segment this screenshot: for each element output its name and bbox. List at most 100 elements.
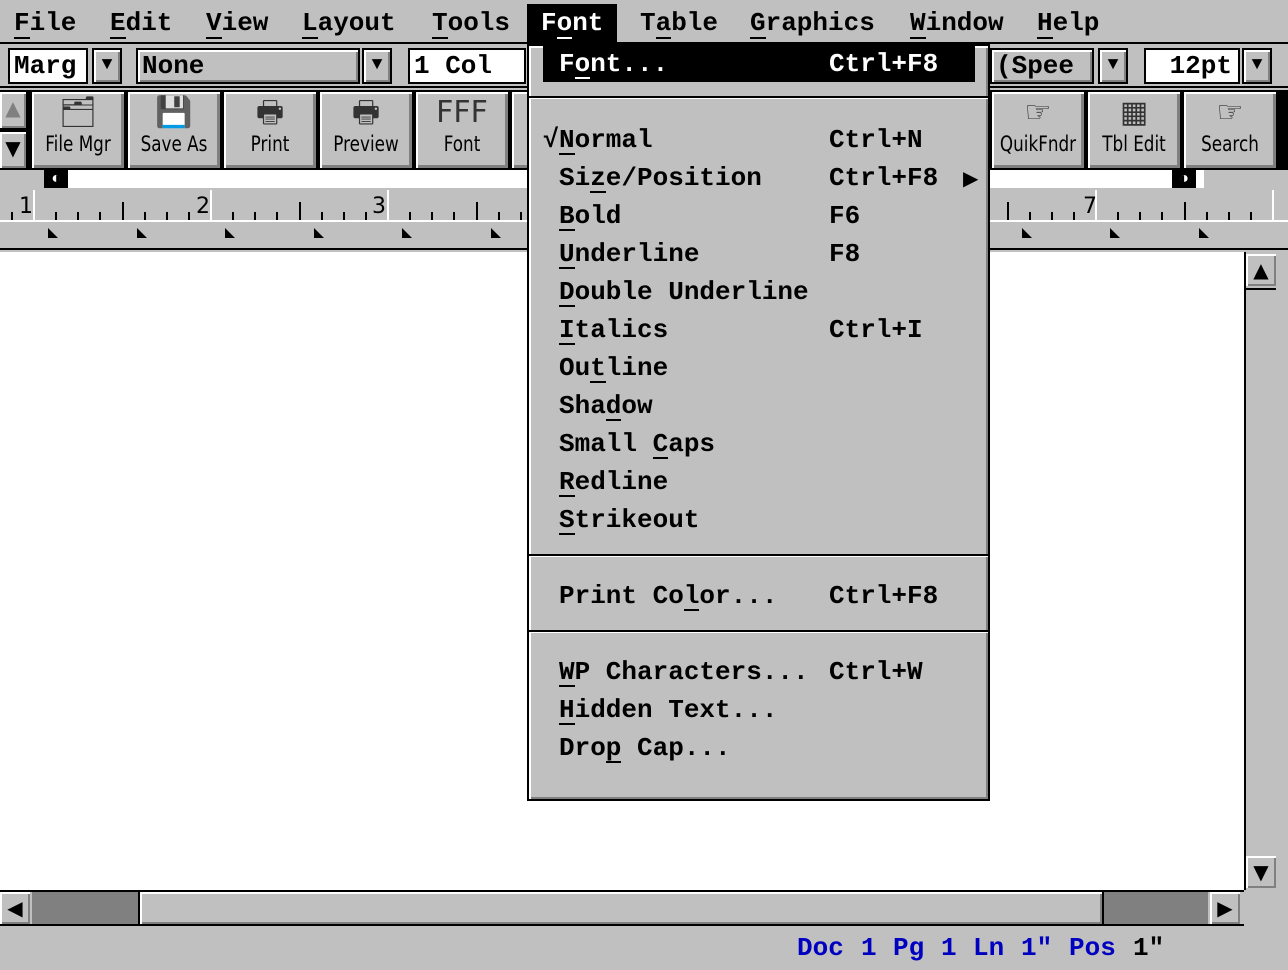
menu-item-outline[interactable]: Outline: [543, 350, 975, 386]
mnemonic-underline: [559, 305, 575, 307]
style-select[interactable]: None: [136, 48, 360, 84]
dropdown-arrow-icon[interactable]: ▼: [92, 48, 122, 84]
menu-item-shortcut: Ctrl+F8: [829, 163, 939, 193]
label-text: Print Color...: [559, 581, 778, 611]
font-select[interactable]: (Spee: [990, 48, 1094, 84]
toolbar-button-search[interactable]: ☞ Search: [1184, 92, 1276, 168]
label-text: WP Characters...: [559, 657, 809, 687]
scroll-right-arrow-icon[interactable]: ▶: [1210, 892, 1240, 924]
ruler-tick: [1072, 212, 1075, 220]
ruler-tick: [1227, 212, 1230, 220]
toolbar-button-quikfndr[interactable]: ☞ QuikFndr: [992, 92, 1084, 168]
scroll-up-arrow-icon[interactable]: ▲: [1246, 254, 1276, 286]
ruler-tick: [320, 212, 323, 220]
left-margin-marker[interactable]: ◐: [44, 170, 68, 188]
ruler-tick: [342, 212, 345, 220]
label-text: Double Underline: [559, 277, 809, 307]
ruler-tick: [165, 212, 168, 220]
mnemonic-underline: [605, 419, 622, 421]
tab-stop-marker[interactable]: [225, 228, 235, 238]
scroll-left-arrow-icon[interactable]: ◀: [0, 892, 30, 924]
menu-edit[interactable]: Edit: [96, 4, 186, 42]
dropdown-arrow-icon[interactable]: ▼: [1242, 48, 1272, 84]
position-label: Pos: [1069, 933, 1116, 963]
toolbar-button-print[interactable]: 🖶 Print: [224, 92, 316, 168]
tab-stop-marker[interactable]: [1198, 228, 1209, 238]
tab-stop-marker[interactable]: [1110, 228, 1120, 238]
label-text: Bold: [559, 201, 622, 231]
toolbar-button-file-mgr[interactable]: 🗂 File Mgr: [32, 92, 124, 168]
menu-item-size-position[interactable]: Size/Position Ctrl+F8 ▶: [543, 160, 978, 196]
menu-item-normal[interactable]: √ Normal Ctrl+N: [543, 122, 975, 158]
tab-stop-marker[interactable]: [313, 228, 324, 238]
menu-help[interactable]: Help: [1023, 4, 1113, 42]
menu-item-redline[interactable]: Redline: [543, 464, 975, 500]
label-text: Graphics: [750, 8, 875, 38]
label-text: Window: [910, 8, 1004, 38]
menu-item-double-underline[interactable]: Double Underline: [543, 274, 975, 310]
horizontal-scrollbar[interactable]: ◀ ▶: [0, 890, 1244, 926]
ruler-tick: [519, 212, 522, 220]
menu-item-bold[interactable]: Bold F6: [543, 198, 975, 234]
scroll-track[interactable]: [1246, 288, 1276, 858]
menu-graphics[interactable]: Graphics: [736, 4, 889, 42]
menu-item-font[interactable]: Font... Ctrl+F8: [543, 46, 975, 82]
tab-stop-marker[interactable]: [402, 228, 412, 238]
dropdown-arrow-icon[interactable]: ▼: [1098, 48, 1128, 84]
ruler-tick: [143, 212, 146, 220]
scroll-thumb[interactable]: [138, 892, 1104, 924]
margin-select[interactable]: Marg: [8, 48, 88, 84]
ruler-tick: [232, 212, 235, 220]
mnemonic-underline: [1037, 37, 1053, 39]
vertical-scrollbar[interactable]: ▲ ▼: [1244, 252, 1276, 890]
ruler-tick: [1205, 212, 1208, 220]
button-label: File Mgr: [45, 132, 111, 156]
tab-stop-marker[interactable]: [490, 228, 501, 238]
dropdown-arrow-icon[interactable]: ▼: [362, 48, 392, 84]
menu-table[interactable]: Table: [626, 4, 732, 42]
ruler-tick: [1161, 212, 1164, 220]
menu-item-strikeout[interactable]: Strikeout: [543, 502, 975, 538]
quickfinder-icon: ☞: [1024, 95, 1052, 130]
menu-font[interactable]: Font: [527, 4, 618, 42]
ruler-tick: [276, 212, 279, 220]
scroll-down-icon[interactable]: ▼: [0, 132, 26, 168]
menu-item-shadow[interactable]: Shadow: [543, 388, 975, 424]
menu-item-small-caps[interactable]: Small Caps: [543, 426, 975, 462]
menu-item-underline[interactable]: Underline F8: [543, 236, 975, 272]
label-text: Normal: [559, 125, 653, 155]
scroll-down-arrow-icon[interactable]: ▼: [1246, 856, 1276, 888]
menu-item-drop-cap[interactable]: Drop Cap...: [543, 730, 975, 766]
folder-icon: 🗂: [58, 95, 98, 130]
menu-item-hidden-text[interactable]: Hidden Text...: [543, 692, 975, 728]
menu-window[interactable]: Window: [896, 4, 1018, 42]
font-size-select[interactable]: 12pt: [1144, 48, 1240, 84]
menu-item-print-color[interactable]: Print Color... Ctrl+F8: [543, 578, 975, 614]
menu-layout[interactable]: Layout: [288, 4, 410, 42]
tab-stop-marker[interactable]: [136, 228, 147, 238]
mnemonic-underline: [605, 761, 622, 763]
toolbar-button-preview[interactable]: 🖶 Preview: [320, 92, 412, 168]
columns-select[interactable]: 1 Col: [408, 48, 526, 84]
toolbar-button-tbl-edit[interactable]: ▦ Tbl Edit: [1088, 92, 1180, 168]
label-text: Underline: [559, 239, 700, 269]
tab-stop-marker[interactable]: [1021, 228, 1032, 238]
menu-file[interactable]: File: [0, 4, 90, 42]
toolbar-button-save-as[interactable]: 💾 Save As: [128, 92, 220, 168]
table-edit-icon: ▦: [1119, 95, 1149, 130]
ruler-tick: [99, 212, 102, 220]
right-margin-marker[interactable]: ◑: [1172, 170, 1196, 188]
line-label: Ln: [973, 933, 1005, 963]
scroll-track-right[interactable]: [1104, 892, 1208, 924]
mnemonic-underline: [590, 191, 606, 193]
toolbar-button-font[interactable]: FFF Font: [416, 92, 508, 168]
tab-stop-marker[interactable]: [48, 228, 58, 238]
scroll-up-icon[interactable]: ▲: [0, 92, 26, 128]
label-text: Font...: [559, 49, 669, 79]
menu-item-italics[interactable]: Italics Ctrl+I: [543, 312, 975, 348]
scroll-track-left[interactable]: [32, 892, 138, 924]
label-text: Font: [541, 8, 604, 38]
menu-item-wp-characters[interactable]: WP Characters... Ctrl+W: [543, 654, 975, 690]
menu-view[interactable]: View: [192, 4, 282, 42]
menu-tools[interactable]: Tools: [418, 4, 524, 42]
